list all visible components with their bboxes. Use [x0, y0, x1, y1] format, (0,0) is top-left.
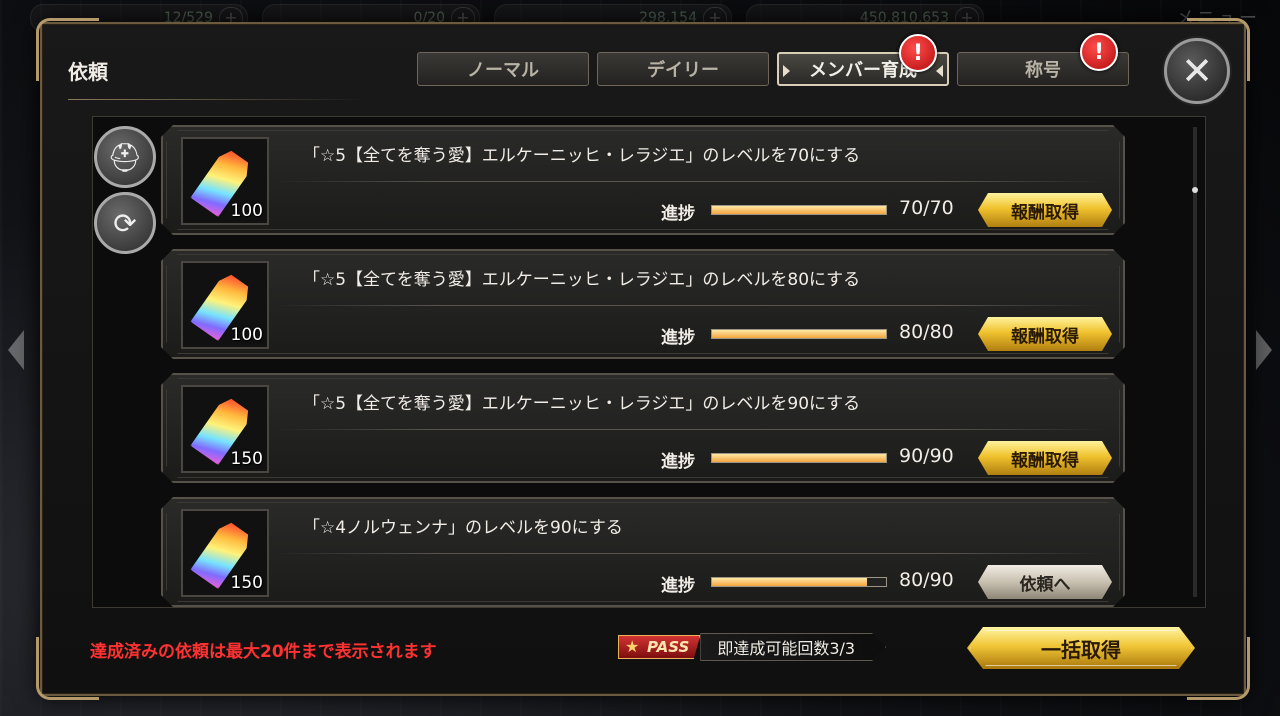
quest-row: 100 「☆5【全てを奪う愛】エルケーニッヒ・レラジエ」のレベルを70にする 進… — [161, 125, 1125, 235]
reward-quantity: 100 — [230, 201, 263, 221]
button-label: 依頼へ — [1019, 574, 1071, 595]
claim-all-button[interactable]: 一括取得 — [967, 627, 1195, 669]
progress-value: 90/90 — [899, 445, 954, 467]
tab-bar: ノーマル デイリー メンバー育成! 称号! — [417, 33, 1129, 86]
button-label: 報酬取得 — [1011, 450, 1079, 471]
helmet-icon: ⛑ — [107, 140, 143, 174]
dialog-title: 依頼 — [68, 60, 108, 84]
progress-label: 進捗 — [661, 204, 695, 224]
claim-reward-button[interactable]: 報酬取得 — [978, 317, 1112, 351]
alert-badge-icon: ! — [1080, 33, 1118, 71]
progress-label: 進捗 — [661, 452, 695, 472]
go-to-quest-button[interactable]: 依頼へ — [978, 565, 1112, 599]
progress-value: 80/80 — [899, 321, 954, 343]
button-label: 一括取得 — [1041, 637, 1121, 662]
button-label: 報酬取得 — [1011, 326, 1079, 347]
claim-reward-button[interactable]: 報酬取得 — [978, 441, 1112, 475]
reward-quantity: 150 — [230, 449, 263, 469]
instant-complete-count: 即達成可能回数3/3 — [700, 633, 886, 661]
close-icon: ✕ — [1181, 49, 1213, 93]
button-label: 報酬取得 — [1011, 202, 1079, 223]
progress-value: 80/90 — [899, 569, 954, 591]
progress-label: 進捗 — [661, 576, 695, 596]
pass-badge: PASS — [618, 635, 701, 659]
tab-normal[interactable]: ノーマル — [417, 52, 589, 86]
tab-label: デイリー — [647, 60, 719, 81]
reward-item[interactable]: 150 — [181, 385, 269, 473]
progress-value: 70/70 — [899, 197, 954, 219]
row-divider — [275, 181, 1105, 182]
progress-fill — [712, 330, 886, 338]
reward-quantity: 150 — [230, 573, 263, 593]
title-divider — [68, 96, 368, 104]
claim-reward-button[interactable]: 報酬取得 — [978, 193, 1112, 227]
alert-badge-icon: ! — [899, 34, 937, 72]
progress-bar — [711, 577, 887, 587]
row-divider — [275, 305, 1105, 306]
frame-corner — [1187, 637, 1250, 700]
tab-daily[interactable]: デイリー — [597, 52, 769, 86]
row-divider — [275, 429, 1105, 430]
quest-row: 150 「☆4ノルウェンナ」のレベルを90にする 進捗 80/90 依頼へ — [161, 497, 1125, 607]
scrollbar[interactable] — [1192, 127, 1198, 597]
reward-item[interactable]: 150 — [181, 509, 269, 597]
completed-limit-note: 達成済みの依頼は最大20件まで表示されます — [90, 642, 437, 662]
page-left-arrow-icon — [8, 330, 24, 370]
progress-bar — [711, 453, 887, 463]
tab-label: 称号 — [1025, 60, 1061, 81]
refresh-icon: ⟳ — [113, 206, 137, 240]
reward-item[interactable]: 100 — [181, 261, 269, 349]
quest-description: 「☆5【全てを奪う愛】エルケーニッヒ・レラジエ」のレベルを70にする — [303, 146, 861, 166]
quest-row: 100 「☆5【全てを奪う愛】エルケーニッヒ・レラジエ」のレベルを80にする 進… — [161, 249, 1125, 359]
quest-list[interactable]: 100 「☆5【全てを奪う愛】エルケーニッヒ・レラジエ」のレベルを70にする 進… — [92, 116, 1206, 608]
quest-description: 「☆5【全てを奪う愛】エルケーニッヒ・レラジエ」のレベルを90にする — [303, 394, 861, 414]
reward-item[interactable]: 100 — [181, 137, 269, 225]
progress-bar — [711, 205, 887, 215]
progress-label: 進捗 — [661, 328, 695, 348]
progress-fill — [712, 578, 867, 586]
pass-label: PASS — [647, 638, 690, 656]
tab-member-training[interactable]: メンバー育成! — [777, 34, 949, 86]
progress-fill — [712, 454, 886, 462]
pass-info[interactable]: PASS 即達成可能回数3/3 — [618, 634, 886, 660]
quest-row: 150 「☆5【全てを奪う愛】エルケーニッヒ・レラジエ」のレベルを90にする 進… — [161, 373, 1125, 483]
tab-title[interactable]: 称号! — [957, 33, 1129, 86]
close-button[interactable]: ✕ — [1164, 38, 1230, 104]
progress-fill — [712, 206, 886, 214]
row-divider — [275, 553, 1105, 554]
filter-button[interactable]: ⛑ — [94, 126, 156, 188]
quest-description: 「☆5【全てを奪う愛】エルケーニッヒ・レラジエ」のレベルを80にする — [303, 270, 861, 290]
quest-dialog: 依頼 ノーマル デイリー メンバー育成! 称号! ✕ 100 「☆5【全てを奪う… — [36, 18, 1250, 700]
reward-quantity: 100 — [230, 325, 263, 345]
quest-description: 「☆4ノルウェンナ」のレベルを90にする — [303, 518, 623, 538]
page-right-arrow-icon — [1256, 330, 1272, 370]
refresh-button[interactable]: ⟳ — [94, 192, 156, 254]
progress-bar — [711, 329, 887, 339]
tab-label: ノーマル — [467, 60, 539, 81]
